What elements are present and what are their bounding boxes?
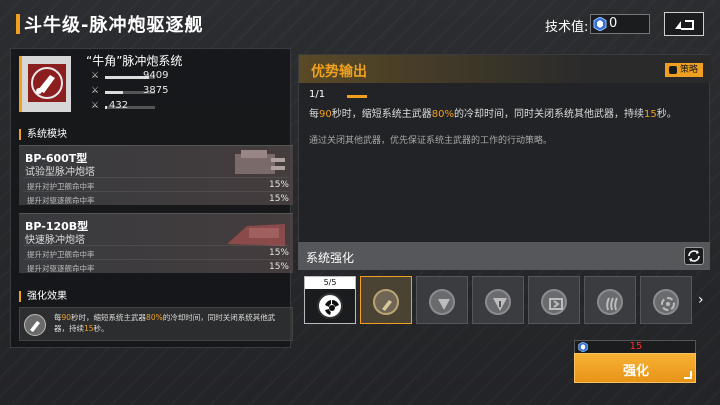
armor-icon — [541, 289, 567, 315]
chevron-right-icon[interactable]: › — [698, 292, 704, 308]
turret-image-icon — [227, 224, 285, 246]
radiation-icon — [317, 293, 343, 319]
vortex-icon — [653, 289, 679, 315]
module-stat-value: 15% — [268, 194, 289, 204]
back-arrow-icon — [675, 20, 694, 30]
stat-row-speed: ⚔ 432 — [91, 100, 281, 114]
module-stat-line: 提升对护卫舰命中率 15% — [23, 177, 289, 191]
shield-strike-icon — [485, 289, 511, 315]
title-accent-mark — [16, 14, 20, 34]
pulse-cannon-icon — [28, 64, 66, 102]
module-stat-line: 提升对驱逐舰命中率 15% — [23, 191, 289, 205]
tech-crystal-icon — [593, 17, 607, 31]
module-stat-value: 15% — [268, 262, 289, 272]
stat-bar-fill — [105, 91, 123, 94]
detail-title: 优势输出 — [311, 64, 367, 80]
cost-display: 15 — [574, 340, 696, 354]
detail-titlebar: 优势输出 策略 — [299, 55, 711, 83]
effect-text: 每90秒时，缩短系统主武器80%的冷却时间，同时关闭系统其他武器，持续15秒。 — [54, 313, 276, 333]
stat-bar-fill — [105, 106, 107, 109]
module-desc: 快速脉冲炮塔 — [25, 235, 85, 246]
cannon-icon — [24, 314, 46, 336]
enhancement-header: 系统强化 — [298, 242, 710, 270]
stat-value: 9409 — [143, 70, 169, 81]
turret-image-icon — [235, 150, 285, 174]
enhancement-slots: 5/5 › — [298, 276, 720, 326]
strategy-tag: 策略 — [664, 63, 703, 77]
module-desc: 试验型脉冲炮塔 — [25, 167, 95, 178]
slot-armor[interactable] — [528, 276, 580, 324]
slot-flames[interactable] — [584, 276, 636, 324]
module-card-bp600t[interactable]: BP-600T型 试验型脉冲炮塔 提升对护卫舰命中率 15% 提升对驱逐舰命中率… — [19, 145, 293, 205]
refresh-icon — [688, 250, 700, 262]
module-stat-value: 15% — [268, 180, 289, 190]
enhancement-title: 系统强化 — [306, 251, 355, 265]
stat-row-defense: ⚔ 3875 — [91, 85, 281, 99]
stat-value: 3875 — [143, 85, 169, 96]
flames-icon — [597, 289, 623, 315]
slot-cannon[interactable] — [360, 276, 412, 324]
weapon-icon-frame — [19, 56, 71, 112]
back-button[interactable] — [664, 12, 704, 36]
effect-section-title: 强化效果 — [19, 291, 67, 302]
slot-vortex[interactable] — [640, 276, 692, 324]
strategy-detail-panel: 优势输出 策略 1/1 每90秒时，缩短系统主武器80%的冷却时间，同时关闭系统… — [298, 54, 711, 244]
refresh-button[interactable] — [684, 247, 704, 265]
detail-description: 每90秒时，缩短系统主武器80%的冷却时间，同时关闭系统其他武器，持续15秒。 — [309, 109, 677, 120]
enhance-button-label: 强化 — [622, 364, 649, 379]
stat-value: 432 — [109, 100, 129, 111]
slot-count: 5/5 — [305, 277, 355, 289]
tech-value: 0 — [609, 16, 618, 31]
module-stat-line: 提升对驱逐舰命中率 15% — [23, 259, 289, 273]
tech-value-box: 0 — [590, 14, 650, 34]
weapon-system-panel: “牛角”脉冲炮系统 ⚔ 9409 ⚔ 3875 ⚔ 432 系统模块 BP-60… — [10, 48, 293, 348]
cost-value: 15 — [629, 341, 643, 352]
defense-icon: ⚔ — [91, 86, 100, 96]
enhance-button[interactable]: 强化 — [574, 353, 696, 383]
module-card-bp120b[interactable]: BP-120B型 快速脉冲炮塔 提升对护卫舰命中率 15% 提升对驱逐舰命中率 … — [19, 213, 293, 273]
level-indicator: 1/1 — [309, 89, 326, 100]
speed-icon: ⚔ — [91, 101, 100, 111]
effect-box: 每90秒时，缩短系统主武器80%的冷却时间，同时关闭系统其他武器，持续15秒。 — [19, 307, 293, 341]
page-title: 斗牛级-脉冲炮驱逐舰 — [24, 15, 204, 36]
slot-shield-strike[interactable] — [472, 276, 524, 324]
top-bar: 斗牛级-脉冲炮驱逐舰 技术值: 0 — [0, 0, 720, 46]
module-stat-line: 提升对护卫舰命中率 15% — [23, 245, 289, 259]
enhancement-panel: 系统强化 5/5 › 15 强化 — [298, 242, 720, 405]
corner-mark — [684, 371, 692, 379]
detail-note: 通过关闭其他武器，优先保证系统主武器的工作的行动策略。 — [309, 136, 553, 146]
slot-shield[interactable] — [416, 276, 468, 324]
stat-row-attack: ⚔ 9409 — [91, 70, 281, 84]
slot-radiation[interactable]: 5/5 — [304, 276, 356, 324]
attack-icon: ⚔ — [91, 71, 100, 81]
level-bar — [347, 95, 367, 98]
cannon-icon — [373, 289, 399, 315]
module-stat-value: 15% — [268, 248, 289, 258]
modules-section-title: 系统模块 — [19, 129, 67, 140]
module-stat-label: 提升对驱逐舰命中率 — [27, 264, 95, 273]
module-stat-label: 提升对驱逐舰命中率 — [27, 196, 95, 205]
shield-icon — [429, 289, 455, 315]
weapon-name: “牛角”脉冲炮系统 — [86, 54, 183, 68]
weapon-header: “牛角”脉冲炮系统 ⚔ 9409 ⚔ 3875 ⚔ 432 — [11, 49, 292, 119]
tech-value-label: 技术值: — [545, 20, 589, 35]
